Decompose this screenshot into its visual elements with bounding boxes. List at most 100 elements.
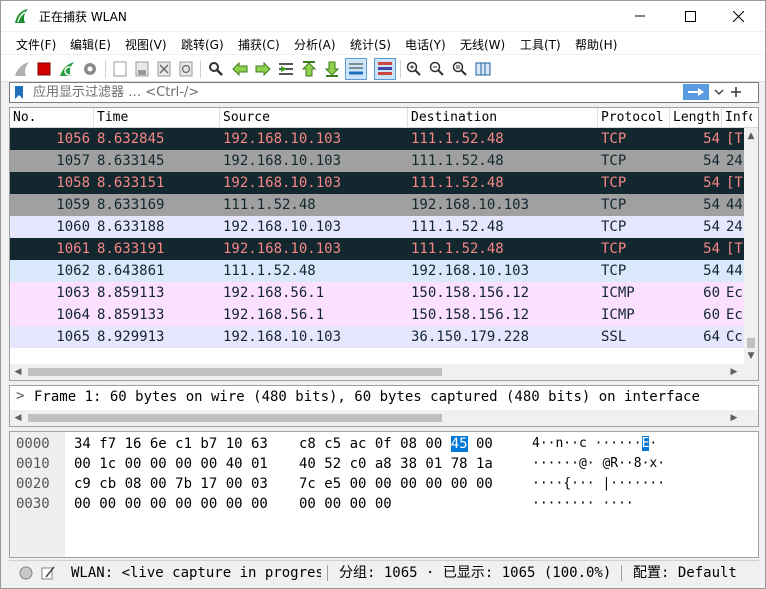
packet-cell-len: 60: [703, 285, 720, 301]
packet-row[interactable]: 1061 8.633191 192.168.10.103 111.1.52.48 TCP…: [10, 238, 744, 260]
packet-cell-dst: 150.158.156.12: [411, 307, 530, 323]
go-first-button[interactable]: [299, 59, 319, 79]
ascii-row-0-tail: ·: [649, 436, 658, 451]
go-last-icon: [325, 61, 339, 77]
menu-wireless[interactable]: 无线(W): [460, 36, 505, 53]
vscroll-thumb[interactable]: [747, 338, 755, 348]
menu-view[interactable]: 视图(V): [125, 36, 167, 53]
expand-arrow-icon[interactable]: >: [16, 388, 24, 404]
col-header-destination[interactable]: Destination: [408, 108, 598, 128]
packet-row[interactable]: 1059 8.633169 111.1.52.48 192.168.10.103 TCP…: [10, 194, 744, 216]
menu-file[interactable]: 文件(F): [16, 36, 56, 53]
maximize-button[interactable]: [667, 1, 713, 31]
menu-capture[interactable]: 捕获(C): [238, 36, 280, 53]
hex-row-2-left[interactable]: c9 cb 08 00 7b 17 00 03: [74, 474, 268, 494]
menu-go[interactable]: 跳转(G): [181, 36, 224, 53]
go-to-packet-button[interactable]: [276, 59, 296, 79]
reload-button[interactable]: [176, 59, 196, 79]
apply-filter-button[interactable]: [683, 84, 709, 100]
menu-tools[interactable]: 工具(T): [520, 36, 561, 53]
add-filter-button[interactable]: [730, 83, 746, 101]
stop-capture-button[interactable]: [34, 59, 54, 79]
menu-statistics[interactable]: 统计(S): [350, 36, 391, 53]
packet-details-pane: > Frame 1: 60 bytes on wire (480 bits), …: [9, 385, 759, 427]
expert-info-icon[interactable]: [19, 566, 33, 580]
filter-dropdown-button[interactable]: [714, 84, 728, 100]
packet-cell-no: 1061: [56, 241, 90, 257]
packet-cell-time: 8.929913: [97, 329, 165, 345]
hex-row-1-left[interactable]: 00 1c 00 00 00 00 40 01: [74, 454, 268, 474]
zoom-normal-icon: [452, 61, 467, 76]
ascii-row-1[interactable]: ······@· @R··8·x·: [532, 454, 665, 474]
menu-help[interactable]: 帮助(H): [575, 36, 617, 53]
menu-edit[interactable]: 编辑(E): [70, 36, 111, 53]
packet-row[interactable]: 1065 8.929913 192.168.10.103 36.150.179.228…: [10, 326, 744, 348]
hex-row-0-left[interactable]: 34 f7 16 6e c1 b7 10 63: [74, 434, 268, 454]
close-button[interactable]: [715, 1, 761, 31]
capture-comment-icon[interactable]: [40, 565, 56, 581]
scroll-left-icon[interactable]: ◀: [10, 410, 26, 426]
colorize-button[interactable]: [374, 58, 396, 80]
resize-columns-icon: [475, 62, 491, 76]
packet-row[interactable]: 1060 8.633188 192.168.10.103 111.1.52.48 TCP…: [10, 216, 744, 238]
ascii-row-2[interactable]: ····{··· |·······: [532, 474, 665, 494]
bookmark-icon[interactable]: [14, 85, 24, 100]
col-header-source[interactable]: Source: [220, 108, 408, 128]
menu-bar: 文件(F) 编辑(E) 视图(V) 跳转(G) 捕获(C) 分析(A) 统计(S…: [1, 32, 765, 54]
details-hscrollbar[interactable]: ◀ ▶: [10, 410, 758, 426]
scroll-left-icon[interactable]: ◀: [10, 364, 26, 380]
packet-row[interactable]: 1064 8.859133 192.168.56.1 150.158.156.12 IC…: [10, 304, 744, 326]
ascii-row-3[interactable]: ········ ····: [532, 494, 634, 514]
hex-row-3-left[interactable]: 00 00 00 00 00 00 00 00: [74, 494, 268, 514]
zoom-normal-button[interactable]: [450, 59, 470, 79]
packet-row[interactable]: 1058 8.633151 192.168.10.103 111.1.52.48 TCP…: [10, 172, 744, 194]
col-header-no[interactable]: No.: [10, 108, 94, 128]
go-last-button[interactable]: [322, 59, 342, 79]
scroll-right-icon[interactable]: ▶: [726, 364, 742, 380]
resize-columns-button[interactable]: [473, 59, 493, 79]
scroll-up-icon[interactable]: ▲: [744, 128, 758, 144]
close-file-button[interactable]: [154, 59, 174, 79]
save-file-button[interactable]: [132, 59, 152, 79]
zoom-out-button[interactable]: [427, 59, 447, 79]
packet-row[interactable]: 1063 8.859113 192.168.56.1 150.158.156.12 IC…: [10, 282, 744, 304]
display-filter-input[interactable]: [33, 84, 673, 101]
go-first-icon: [302, 61, 316, 77]
capture-options-button[interactable]: [80, 59, 100, 79]
hex-row-2-right[interactable]: 7c e5 00 00 00 00 00 00: [299, 474, 493, 494]
go-back-button[interactable]: [230, 59, 250, 79]
frame-summary-line[interactable]: Frame 1: 60 bytes on wire (480 bits), 60…: [34, 389, 700, 405]
menu-analyze[interactable]: 分析(A): [294, 36, 336, 53]
col-header-info[interactable]: Info: [722, 108, 752, 128]
status-profile[interactable]: 配置: Default: [633, 564, 737, 582]
minimize-button[interactable]: [617, 1, 663, 31]
ascii-row-0[interactable]: 4··n··c ······E·: [532, 434, 657, 454]
menu-telephony[interactable]: 电话(Y): [405, 36, 446, 53]
offset-0000: 0000: [16, 436, 50, 452]
packet-row[interactable]: 1062 8.643861 111.1.52.48 192.168.10.103 TCP…: [10, 260, 744, 282]
find-packet-button[interactable]: [206, 59, 226, 79]
scroll-right-icon[interactable]: ▶: [726, 410, 742, 426]
hex-row-3-right[interactable]: 00 00 00 00: [299, 494, 392, 514]
packet-row[interactable]: 1056 8.632845 192.168.10.103 111.1.52.48 TCP…: [10, 128, 744, 150]
hscroll-thumb[interactable]: [28, 368, 442, 376]
packet-list-header: No. Time Source Destination Protocol Len…: [10, 108, 758, 128]
go-forward-button[interactable]: [253, 59, 273, 79]
restart-capture-button[interactable]: [57, 59, 77, 79]
packet-list-vscrollbar[interactable]: ▲ ▼: [744, 128, 758, 364]
hex-row-1-right[interactable]: 40 52 c0 a8 38 01 78 1a: [299, 454, 493, 474]
scroll-down-icon[interactable]: ▼: [744, 348, 758, 364]
col-header-length[interactable]: Length: [670, 108, 722, 128]
packet-cell-src: 192.168.56.1: [223, 285, 325, 301]
details-hscroll-thumb[interactable]: [28, 414, 442, 422]
col-header-time[interactable]: Time: [94, 108, 220, 128]
col-header-protocol[interactable]: Protocol: [598, 108, 670, 128]
packet-list-hscrollbar[interactable]: ◀ ▶: [10, 364, 758, 380]
autoscroll-button[interactable]: [345, 58, 367, 80]
start-capture-button[interactable]: [12, 59, 32, 79]
hex-row-0-right[interactable]: c8 c5 ac 0f 08 00 45 00: [299, 434, 493, 454]
open-file-button[interactable]: [110, 59, 130, 79]
zoom-in-button[interactable]: [404, 59, 424, 79]
packet-row[interactable]: 1057 8.633145 192.168.10.103 111.1.52.48 TCP…: [10, 150, 744, 172]
hex-highlight-byte[interactable]: 45: [450, 436, 468, 452]
